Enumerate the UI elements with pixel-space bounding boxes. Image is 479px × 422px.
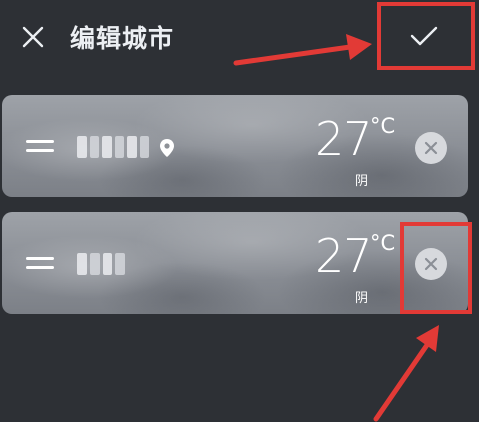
city-card[interactable]: 27 °C 阴 [2,212,468,314]
temperature-unit: °C [370,114,396,138]
top-bar: 编辑城市 [0,0,479,72]
temperature-value: 27 [315,229,373,283]
remove-city-button[interactable] [415,132,447,164]
weather-condition: 阴 [355,174,369,189]
close-button[interactable] [18,22,48,52]
temperature-unit: °C [370,231,396,255]
checkmark-icon [410,26,438,45]
city-name-blurred [77,136,149,158]
weather-condition: 阴 [355,291,369,306]
drag-handle-icon[interactable] [26,136,54,156]
confirm-button[interactable] [376,4,472,67]
location-pin-icon [160,139,174,157]
drag-handle-icon[interactable] [26,253,54,273]
close-icon [424,141,438,155]
close-icon [22,26,44,48]
arrow-to-remove [373,325,439,422]
city-name-blurred [77,253,125,275]
page-title: 编辑城市 [70,24,175,53]
remove-city-button[interactable] [415,248,447,280]
temperature-value: 27 [315,112,373,166]
close-icon [424,257,438,271]
city-card[interactable]: 27 °C 阴 [2,95,468,197]
